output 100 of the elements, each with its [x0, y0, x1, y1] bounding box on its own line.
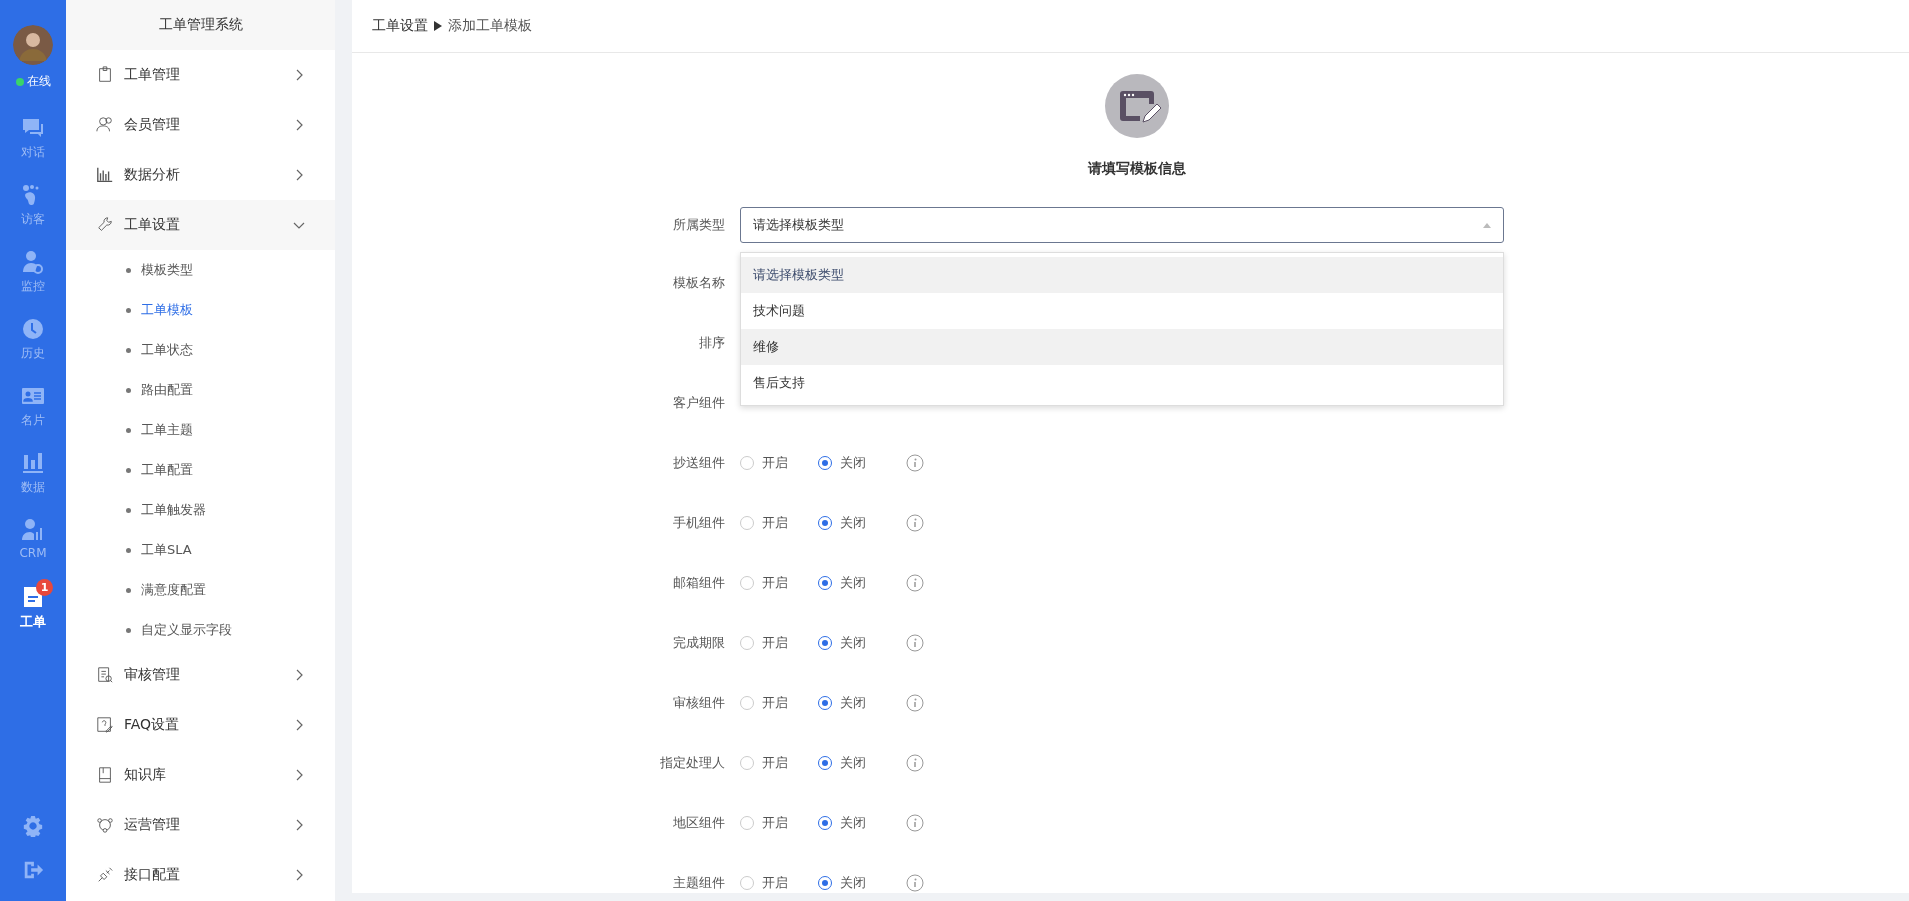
radio-button[interactable] — [740, 516, 754, 530]
menu-item[interactable]: 工单设置 — [66, 200, 335, 250]
submenu-item[interactable]: 自定义显示字段 — [66, 610, 335, 650]
field-label: 邮箱组件 — [672, 574, 726, 592]
radio-label[interactable]: 关闭 — [840, 634, 866, 652]
menu-item[interactable]: 运营管理 — [66, 800, 335, 850]
menu-item[interactable]: 接口配置 — [66, 850, 335, 900]
radio-button[interactable] — [740, 636, 754, 650]
bar-chart-icon — [96, 166, 114, 184]
avatar[interactable] — [13, 25, 53, 65]
menu-item[interactable]: 数据分析 — [66, 150, 335, 200]
caret-icon — [434, 21, 442, 31]
submenu-item[interactable]: 模板类型 — [66, 250, 335, 290]
dropdown-option[interactable]: 维修 — [741, 329, 1503, 365]
submenu-item[interactable]: 工单SLA — [66, 530, 335, 570]
dropdown-option[interactable]: 技术问题 — [741, 293, 1503, 329]
submenu-item[interactable]: 工单配置 — [66, 450, 335, 490]
field-label: 地区组件 — [672, 814, 726, 832]
info-icon[interactable] — [906, 694, 924, 712]
plug-icon — [96, 866, 114, 884]
radio-button[interactable] — [740, 576, 754, 590]
template-edit-icon — [1105, 74, 1169, 138]
field-label: 抄送组件 — [672, 454, 726, 472]
radio-label[interactable]: 开启 — [762, 634, 788, 652]
field-label: 所属类型 — [672, 216, 726, 234]
radio-label[interactable]: 开启 — [762, 754, 788, 772]
info-icon[interactable] — [906, 574, 924, 592]
radio-label[interactable]: 关闭 — [840, 874, 866, 892]
radio-button[interactable] — [818, 516, 832, 530]
submenu-item[interactable]: 满意度配置 — [66, 570, 335, 610]
menu-item[interactable]: 审核管理 — [66, 650, 335, 700]
breadcrumb-item[interactable]: 工单设置 — [372, 17, 428, 35]
clipboard-icon — [96, 66, 114, 84]
radio-button[interactable] — [818, 456, 832, 470]
person-chart-icon — [21, 518, 45, 542]
rail-tab[interactable]: 工单 1 — [0, 579, 66, 646]
submenu-item[interactable]: 工单主题 — [66, 410, 335, 450]
radio-button[interactable] — [818, 756, 832, 770]
orbit-icon — [96, 816, 114, 834]
radio-button[interactable] — [740, 696, 754, 710]
status-label: 在线 — [26, 73, 51, 90]
form-title: 请填写模板信息 — [1088, 159, 1186, 178]
radio-label[interactable]: 关闭 — [840, 514, 866, 532]
field-label: 手机组件 — [672, 514, 726, 532]
settings-icon[interactable] — [22, 815, 44, 837]
info-icon[interactable] — [906, 874, 924, 892]
radio-button[interactable] — [740, 816, 754, 830]
radio-button[interactable] — [740, 876, 754, 890]
clock-icon — [21, 317, 45, 341]
field-label: 完成期限 — [672, 634, 726, 652]
document-search-icon — [96, 666, 114, 684]
info-icon[interactable] — [906, 514, 924, 532]
wrench-icon — [96, 216, 114, 234]
sidebar-title: 工单管理系统 — [66, 0, 335, 50]
radio-button[interactable] — [818, 576, 832, 590]
radio-button[interactable] — [818, 636, 832, 650]
notification-badge: 1 — [36, 579, 53, 596]
radio-label[interactable]: 关闭 — [840, 754, 866, 772]
info-icon[interactable] — [906, 814, 924, 832]
radio-label[interactable]: 关闭 — [840, 814, 866, 832]
submenu-item[interactable]: 工单模板 — [66, 290, 335, 330]
radio-label[interactable]: 关闭 — [840, 694, 866, 712]
radio-button[interactable] — [818, 876, 832, 890]
radio-label[interactable]: 关闭 — [840, 574, 866, 592]
radio-label[interactable]: 开启 — [762, 874, 788, 892]
bar-chart-icon — [21, 451, 45, 475]
people-icon — [96, 116, 114, 134]
submenu-item[interactable]: 工单触发器 — [66, 490, 335, 530]
field-label: 客户组件 — [672, 394, 726, 412]
radio-button[interactable] — [740, 456, 754, 470]
radio-button[interactable] — [740, 756, 754, 770]
radio-button[interactable] — [818, 696, 832, 710]
info-icon[interactable] — [906, 634, 924, 652]
info-icon[interactable] — [906, 754, 924, 772]
field-label: 模板名称 — [672, 274, 726, 292]
menu-item[interactable]: FAQ设置 — [66, 700, 335, 750]
field-label: 排序 — [698, 334, 726, 352]
menu-item[interactable]: 知识库 — [66, 750, 335, 800]
question-document-icon — [96, 716, 114, 734]
person-eye-icon — [21, 250, 45, 274]
field-label: 主题组件 — [672, 874, 726, 892]
radio-label[interactable]: 开启 — [762, 454, 788, 472]
radio-label[interactable]: 开启 — [762, 814, 788, 832]
radio-button[interactable] — [818, 816, 832, 830]
radio-label[interactable]: 开启 — [762, 574, 788, 592]
radio-label[interactable]: 开启 — [762, 694, 788, 712]
info-icon[interactable] — [906, 454, 924, 472]
dropdown-option[interactable]: 请选择模板类型 — [741, 257, 1503, 293]
submenu-item[interactable]: 工单状态 — [66, 330, 335, 370]
submenu-item[interactable]: 路由配置 — [66, 370, 335, 410]
menu-item[interactable]: 工单管理 — [66, 50, 335, 100]
caret-icon — [1483, 222, 1491, 228]
field-label: 指定处理人 — [659, 754, 726, 772]
field-label: 审核组件 — [672, 694, 726, 712]
menu-item[interactable]: 会员管理 — [66, 100, 335, 150]
radio-label[interactable]: 开启 — [762, 514, 788, 532]
dropdown-option[interactable]: 售后支持 — [741, 365, 1503, 401]
logout-icon[interactable] — [22, 859, 44, 881]
book-icon — [96, 766, 114, 784]
radio-label[interactable]: 关闭 — [840, 454, 866, 472]
